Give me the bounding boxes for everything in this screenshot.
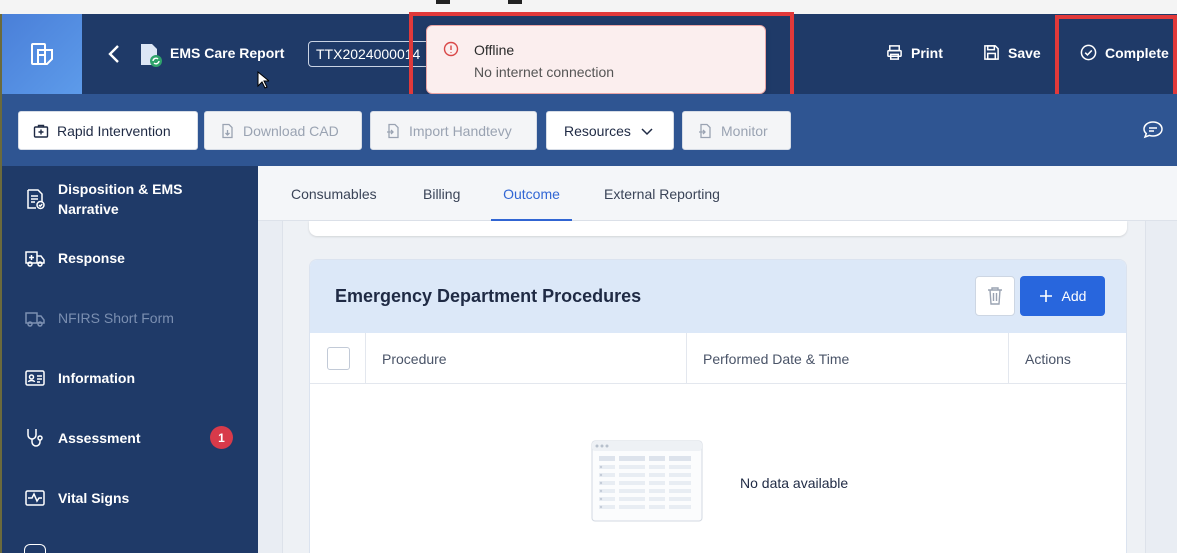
sidebar-next-item-icon xyxy=(24,544,46,553)
column-header-performed-date[interactable]: Performed Date & Time xyxy=(686,333,1008,384)
report-title: EMS Care Report xyxy=(170,45,285,61)
tab-consumables[interactable]: Consumables xyxy=(291,166,377,221)
floppy-disk-icon xyxy=(984,45,999,60)
tab-outcome[interactable]: Outcome xyxy=(491,166,572,221)
id-card-icon xyxy=(25,370,45,386)
panel-header: Emergency Department Procedures Add xyxy=(310,260,1126,333)
save-button[interactable]: Save xyxy=(983,44,1041,61)
sidebar-item-label: Assessment xyxy=(58,430,141,446)
sidebar-item-nfirs[interactable]: NFIRS Short Form xyxy=(2,306,258,330)
chevron-left-icon xyxy=(108,45,119,63)
file-download-icon xyxy=(222,123,233,138)
stethoscope-icon xyxy=(27,429,43,447)
sidebar-item-response[interactable]: Response xyxy=(2,246,258,270)
chevron-down-icon xyxy=(641,127,653,135)
download-cad-label: Download CAD xyxy=(243,122,339,139)
trash-icon xyxy=(988,287,1002,305)
chat-icon[interactable] xyxy=(1142,120,1164,145)
add-label: Add xyxy=(1061,288,1087,304)
ambulance-icon xyxy=(25,251,45,267)
delete-button[interactable] xyxy=(975,276,1015,316)
sidebar-item-information[interactable]: Information xyxy=(2,366,258,390)
save-label: Save xyxy=(1008,44,1041,61)
document-check-icon xyxy=(27,189,45,210)
plus-icon xyxy=(1039,290,1052,302)
heartbeat-icon xyxy=(25,490,45,506)
sidebar-item-label: Vital Signs xyxy=(58,490,130,506)
table-header: Procedure Performed Date & Time Actions xyxy=(310,333,1126,384)
select-all-checkbox[interactable] xyxy=(327,347,350,370)
main-content: Emergency Department Procedures Add Proc… xyxy=(282,221,1146,553)
sidebar: Disposition & EMS Narrative Response NFI… xyxy=(2,166,258,553)
strip-mark xyxy=(436,0,450,4)
medical-kit-icon xyxy=(33,124,49,138)
app-logo[interactable] xyxy=(2,14,82,94)
monitor-button[interactable]: Monitor xyxy=(682,111,791,150)
assessment-badge: 1 xyxy=(210,426,233,449)
panel-title: Emergency Department Procedures xyxy=(335,286,642,306)
fire-truck-icon xyxy=(25,312,45,327)
import-handtevy-label: Import Handtevy xyxy=(409,122,512,139)
sidebar-item-disposition[interactable]: Disposition & EMS Narrative xyxy=(2,179,258,219)
strip-mark xyxy=(508,0,522,4)
empty-table-illustration-icon xyxy=(591,440,703,527)
column-header-procedure[interactable]: Procedure xyxy=(365,333,687,384)
print-button[interactable]: Print xyxy=(886,44,943,61)
column-header-actions: Actions xyxy=(1008,333,1126,384)
sidebar-item-vital-signs[interactable]: Vital Signs xyxy=(2,486,258,510)
tab-external-reporting[interactable]: External Reporting xyxy=(604,166,720,221)
monitor-label: Monitor xyxy=(721,122,768,139)
resources-label: Resources xyxy=(564,122,631,139)
tab-billing[interactable]: Billing xyxy=(423,166,460,221)
empty-state-text: No data available xyxy=(740,475,849,491)
file-import-icon xyxy=(387,123,399,138)
file-monitor-icon xyxy=(699,123,711,138)
rapid-intervention-button[interactable]: Rapid Intervention xyxy=(18,111,198,150)
report-sync-icon xyxy=(138,42,164,68)
back-button[interactable] xyxy=(102,40,126,68)
app-logo-icon xyxy=(31,43,53,65)
mouse-cursor-icon xyxy=(257,70,271,94)
add-button[interactable]: Add xyxy=(1020,276,1105,316)
action-toolbar: Rapid Intervention Download CAD Import H… xyxy=(2,94,1177,166)
highlight-box xyxy=(1055,15,1177,99)
printer-icon xyxy=(887,45,902,60)
import-handtevy-button[interactable]: Import Handtevy xyxy=(370,111,537,150)
download-cad-button[interactable]: Download CAD xyxy=(204,111,362,150)
ed-procedures-panel: Emergency Department Procedures Add Proc… xyxy=(309,259,1127,553)
section-tabs: Consumables Billing Outcome External Rep… xyxy=(258,166,1177,221)
sidebar-item-label: Information xyxy=(58,370,135,386)
sidebar-item-label: Disposition & EMS Narrative xyxy=(58,181,183,217)
print-label: Print xyxy=(911,44,943,61)
sidebar-item-label: Response xyxy=(58,250,125,266)
sidebar-item-label: NFIRS Short Form xyxy=(58,310,174,326)
previous-card xyxy=(309,221,1127,236)
rapid-intervention-label: Rapid Intervention xyxy=(57,122,171,139)
resources-dropdown[interactable]: Resources xyxy=(546,111,674,150)
